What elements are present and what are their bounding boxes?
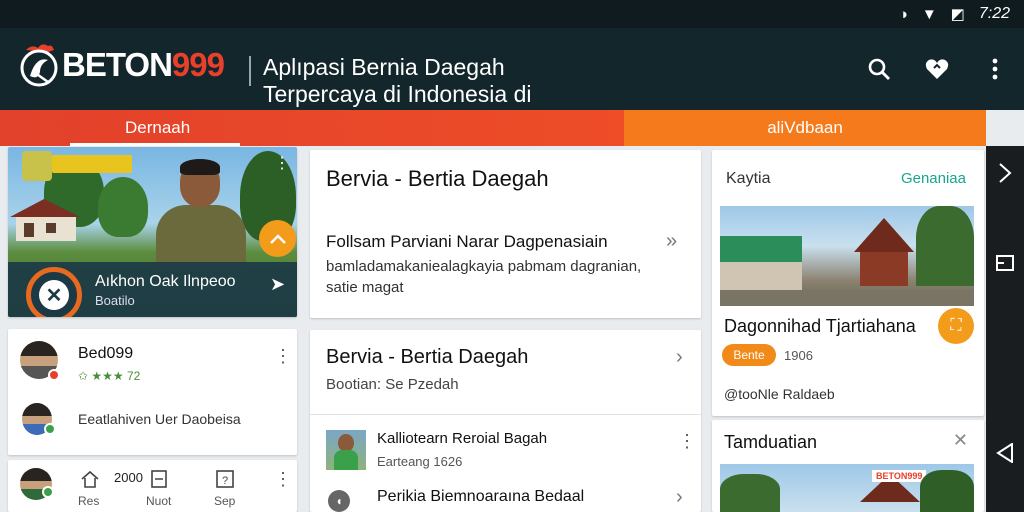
play-icon[interactable]: ◖ xyxy=(328,490,350,512)
hero-subtitle: Boatilo xyxy=(95,293,135,308)
help-icon[interactable]: ? xyxy=(216,470,234,493)
profile-name: Bed099 xyxy=(78,345,134,362)
double-chevron-icon[interactable]: » xyxy=(666,230,677,253)
home-icon[interactable] xyxy=(80,470,100,493)
document-icon[interactable] xyxy=(150,470,168,493)
expand-fab-button[interactable] xyxy=(259,220,296,257)
sync-icon: ◑ xyxy=(898,5,908,23)
card-title: Bervia - Bertia Daegah xyxy=(326,346,529,368)
app-bar: BETON999 Aplıpasi Bernia Daegah Terperca… xyxy=(0,28,1024,110)
battery-icon: ◩ xyxy=(950,6,965,23)
header-divider xyxy=(249,56,251,86)
rooster-logo-icon xyxy=(18,42,60,88)
chevron-right-icon[interactable] xyxy=(994,162,1016,184)
house-graphic xyxy=(10,199,80,241)
rating: ✩ ★★★ 72 xyxy=(78,369,141,383)
card-title: Bervia - Bertia Daegah xyxy=(326,166,549,191)
tree-graphic xyxy=(98,177,148,237)
stat-label-res[interactable]: Res xyxy=(78,494,99,508)
footer-text: @tooNle Raldaeb xyxy=(724,386,835,402)
card-title: Tamduatian xyxy=(724,432,818,452)
category-link[interactable]: Genaniaa xyxy=(901,170,966,187)
logo-text: BETON xyxy=(62,46,173,83)
photo-sign: BETON999 xyxy=(872,470,927,482)
destination-title: Dagonnihad Tjartiahana xyxy=(724,316,916,336)
profile-card[interactable]: Bed099 ✩ ★★★ 72 ⋮ Eeatlahiven Uer Daobei… xyxy=(8,329,297,455)
list-item-title[interactable]: Kalliotearn Reroial Bagah xyxy=(377,430,547,447)
count-value: 2000 xyxy=(114,470,143,485)
logo-number: 999 xyxy=(171,46,225,83)
tab-alivdbaan[interactable]: aliVdbaan xyxy=(624,110,986,146)
thumbnail[interactable] xyxy=(326,430,366,470)
status-time: 7:22 xyxy=(978,5,1010,22)
hero-news-card[interactable]: ⋮ ✕ Aıkhon Oak Ilnpeoo Boatilo ➤ xyxy=(8,147,297,317)
stat-label-nuot[interactable]: Nuot xyxy=(146,494,171,508)
wifi-icon: ▼ xyxy=(921,5,937,23)
card-label: Kaytia xyxy=(726,170,771,187)
list-item-meta: Earteang 1626 xyxy=(377,454,463,469)
tab-dernaah[interactable]: Dernaah xyxy=(0,110,624,146)
svg-text:?: ? xyxy=(222,475,228,487)
online-badge xyxy=(44,423,56,435)
side-nav-rail xyxy=(986,146,1024,512)
more-icon[interactable]: ⋮ xyxy=(274,347,292,365)
tab-label: Dernaah xyxy=(125,118,191,137)
tourism-photo[interactable]: BETON999 xyxy=(720,464,974,512)
stat-label-sep[interactable]: Sep xyxy=(214,494,235,508)
year-label: 1906 xyxy=(784,348,813,363)
featured-news-card[interactable]: Bervia - Bertia Daegah Follsam Parviani … xyxy=(310,150,701,318)
tab-bar: Dernaah aliVdbaan xyxy=(0,110,986,146)
yellow-tag xyxy=(52,155,132,173)
stats-card: 2000 Res Nuot ? Sep ⋮ xyxy=(8,460,297,512)
back-triangle-icon[interactable] xyxy=(994,442,1016,464)
more-icon[interactable]: ⋮ xyxy=(274,470,292,488)
chevron-right-icon[interactable]: › xyxy=(676,346,683,369)
search-icon[interactable] xyxy=(864,54,894,84)
person-hair xyxy=(180,159,220,175)
status-bar: ◑ ▼ ◩ 7:22 xyxy=(0,0,1024,28)
category-pill[interactable]: Bente xyxy=(722,344,776,366)
more-icon[interactable]: ⋮ xyxy=(274,153,290,173)
hero-title: Aıkhon Oak Ilnpeoo xyxy=(95,273,236,290)
tagline: Aplıpasi Bernia Daegah Terpercaya di Ind… xyxy=(263,54,532,107)
more-icon[interactable] xyxy=(980,54,1010,84)
close-icon: ✕ xyxy=(39,280,69,310)
headline: Follsam Parviani Narar Dagpenasiain xyxy=(326,232,608,251)
status-badge xyxy=(48,369,60,381)
body-text: bamladamakaniealagkayia pabmam dagranian… xyxy=(326,258,642,296)
person-body xyxy=(156,205,246,265)
tab-label: aliVdbaan xyxy=(767,118,843,137)
square-icon[interactable] xyxy=(994,252,1016,274)
send-icon[interactable]: ➤ xyxy=(270,274,285,295)
chevron-right-icon[interactable]: › xyxy=(676,486,683,509)
close-button[interactable]: ✕ xyxy=(26,267,82,317)
list-item-title[interactable]: Perikia Biemnoaraına Bedaal xyxy=(377,488,584,506)
close-icon[interactable]: ✕ xyxy=(953,430,968,451)
destination-photo[interactable] xyxy=(720,206,974,306)
card-subtitle: Bootian: Se Pzedah xyxy=(326,376,459,393)
more-icon[interactable]: ⋮ xyxy=(678,432,696,450)
heart-icon[interactable] xyxy=(922,54,952,84)
news-list-card: Bervia - Bertia Daegah › Bootian: Se Pze… xyxy=(310,330,701,512)
brand-logo[interactable]: BETON999 xyxy=(18,42,225,88)
tourism-card[interactable]: Tamduatian ✕ BETON999 xyxy=(712,420,984,512)
online-badge xyxy=(42,486,54,498)
destination-card[interactable]: Kaytia Genaniaa Dagonnihad Tjartiahana ⛶… xyxy=(712,150,984,416)
divider xyxy=(310,414,701,415)
bookmark-fab-button[interactable]: ⛶ xyxy=(938,308,974,344)
badge-logo-icon xyxy=(22,151,52,181)
comment-text: Eeatlahiven Uer Daobeisa xyxy=(78,411,241,427)
